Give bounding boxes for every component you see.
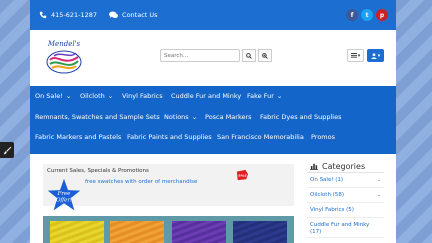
- nav-item-label: Promos: [311, 133, 336, 141]
- product-gallery: [43, 216, 294, 243]
- nav-item-label: Oilcloth: [80, 92, 105, 100]
- search-bar: [160, 49, 272, 62]
- nav-item-12[interactable]: Promos: [311, 133, 335, 141]
- chevron-down-icon: ⌄: [276, 92, 283, 100]
- chevron-down-icon: ▾: [377, 52, 381, 59]
- search-icon: [246, 52, 252, 59]
- categories-title: Categories: [322, 161, 366, 171]
- banner-title: Current Sales, Specials & Promotions: [47, 168, 149, 174]
- search-plus-icon: [262, 52, 268, 59]
- user-icon: [371, 52, 377, 59]
- nav-item-0[interactable]: On Sale! ⌄: [35, 92, 71, 100]
- twitter-icon[interactable]: t: [361, 9, 373, 21]
- nav-item-11[interactable]: San Francisco Memorabilia: [217, 133, 304, 141]
- facebook-icon[interactable]: f: [346, 9, 358, 21]
- nav-item-9[interactable]: Fabric Markers and Pastels: [35, 133, 121, 141]
- chat-icon: [109, 11, 119, 20]
- category-label: Vinyl Fabrics (5): [310, 207, 354, 213]
- search-input[interactable]: [160, 49, 240, 62]
- nav-item-10[interactable]: Fabric Paints and Supplies: [127, 133, 212, 141]
- nav-item-label: Cuddle Fur and Minky: [171, 92, 242, 100]
- contact-link[interactable]: Contact Us: [122, 11, 158, 19]
- chevron-down-icon[interactable]: ⌄: [377, 192, 381, 198]
- nav-item-6[interactable]: Notions ⌄: [164, 113, 197, 121]
- categories-header: Categories: [307, 160, 384, 173]
- header-actions: ▾ ▾: [347, 49, 384, 62]
- swatch-orange[interactable]: [110, 221, 164, 243]
- svg-text:Mendel's: Mendel's: [47, 40, 81, 48]
- nav-item-5[interactable]: Remnants, Swatches and Sample Sets: [35, 113, 160, 121]
- nav-item-3[interactable]: Cuddle Fur and Minky: [171, 92, 241, 100]
- category-item[interactable]: Vinyl Fabrics (5): [307, 203, 384, 218]
- category-label: Cuddle Fur and Minky (17): [310, 222, 370, 235]
- nav-item-label: Fake Fur: [247, 92, 274, 100]
- svg-text:Free: Free: [57, 191, 71, 197]
- bar-chart-icon: [310, 163, 318, 170]
- category-sidebar: Categories On Sale! (1) ⌄ Oilcloth (58) ⌄ Vi…: [307, 160, 384, 243]
- account-button[interactable]: ▾: [367, 49, 384, 62]
- paint-tab[interactable]: [0, 142, 14, 158]
- nav-item-label: Remnants, Swatches and Sample Sets: [35, 113, 160, 121]
- chevron-down-icon: ⌄: [107, 92, 114, 100]
- menu-button[interactable]: ▾: [347, 49, 364, 62]
- banner-link[interactable]: free swatches with order of merchandise: [85, 179, 197, 185]
- nav-item-label: Fabric Paints and Supplies: [127, 133, 212, 141]
- nav-item-1[interactable]: Oilcloth ⌄: [80, 92, 113, 100]
- nav-item-7[interactable]: Posca Markers: [205, 113, 252, 121]
- category-label: Oilcloth (58): [310, 192, 344, 198]
- social-links: ftp: [346, 9, 388, 21]
- chevron-down-icon: ⌄: [191, 113, 198, 121]
- nav-item-label: Notions: [164, 113, 189, 121]
- nav-item-label: San Francisco Memorabilia: [217, 133, 304, 141]
- header: Mendel's ▾ ▾: [30, 30, 396, 86]
- svg-text:Offer!: Offer!: [56, 197, 72, 203]
- sale-tag-icon: SALE: [236, 169, 248, 181]
- free-offer-star-icon[interactable]: Free Offer!: [46, 178, 82, 214]
- swatch-purple[interactable]: [172, 221, 226, 243]
- list-icon: [350, 53, 357, 58]
- category-item[interactable]: Cuddle Fur and Minky (17): [307, 218, 384, 238]
- swatch-navy[interactable]: [233, 221, 287, 243]
- nav-item-2[interactable]: Vinyl Fabrics: [122, 92, 163, 100]
- chevron-down-icon[interactable]: ⌄: [377, 177, 381, 183]
- nav-item-label: Fabric Markers and Pastels: [35, 133, 122, 141]
- nav-item-label: Posca Markers: [205, 113, 252, 121]
- phone-icon: [38, 11, 47, 20]
- advanced-search-button[interactable]: [258, 49, 272, 62]
- content: Current Sales, Specials & Promotions fre…: [30, 154, 396, 243]
- top-bar: 415-621-1287 Contact Us ftp: [30, 0, 396, 30]
- chevron-down-icon: ▾: [357, 52, 361, 59]
- nav-item-label: Fabric Dyes and Supplies: [260, 113, 342, 121]
- category-label: On Sale! (1): [310, 177, 344, 183]
- svg-text:SALE: SALE: [238, 173, 246, 177]
- category-item[interactable]: On Sale! (1) ⌄: [307, 173, 384, 188]
- paintbrush-icon: [3, 146, 11, 154]
- page: 415-621-1287 Contact Us ftp Mendel's Sea…: [30, 0, 396, 243]
- category-list: On Sale! (1) ⌄ Oilcloth (58) ⌄ Vinyl Fabrics…: [307, 173, 384, 238]
- store-logo[interactable]: Mendel's: [40, 38, 88, 78]
- phone-number[interactable]: 415-621-1287: [51, 11, 97, 19]
- nav-item-label: Vinyl Fabrics: [122, 92, 163, 100]
- swatch-yellow[interactable]: [50, 221, 104, 243]
- pinterest-icon[interactable]: p: [376, 9, 388, 21]
- search-button[interactable]: [242, 49, 256, 62]
- category-item[interactable]: Oilcloth (58) ⌄: [307, 188, 384, 203]
- nav-item-8[interactable]: Fabric Dyes and Supplies: [260, 113, 341, 121]
- main-column: Current Sales, Specials & Promotions fre…: [43, 164, 294, 243]
- nav-item-label: On Sale!: [35, 92, 63, 100]
- main-nav: On Sale! ⌄ Oilcloth ⌄ Vinyl Fabrics Cuddle Fu…: [30, 86, 396, 154]
- nav-item-4[interactable]: Fake Fur ⌄: [247, 92, 282, 100]
- chevron-down-icon: ⌄: [65, 92, 72, 100]
